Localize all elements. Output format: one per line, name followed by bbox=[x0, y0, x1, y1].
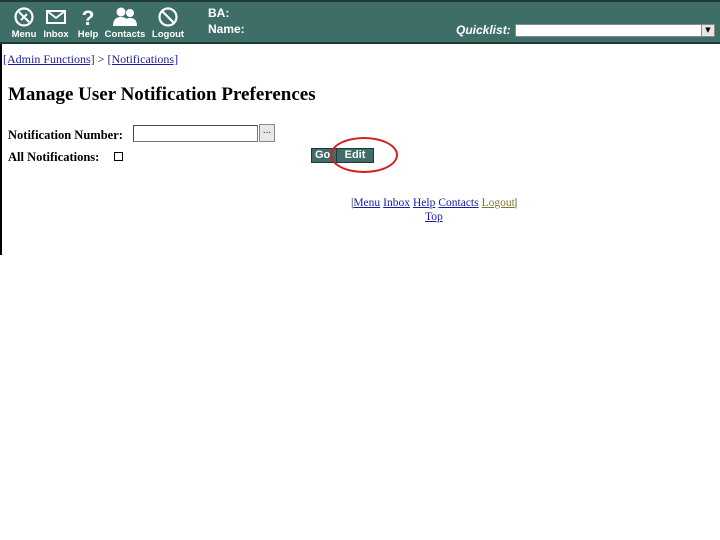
footer-links: |Menu Inbox Help Contacts Logout| bbox=[351, 197, 517, 209]
breadcrumb-separator: > bbox=[97, 52, 105, 66]
no-symbol-icon bbox=[158, 7, 178, 27]
breadcrumb-notifications-link[interactable]: [Notifications] bbox=[107, 52, 178, 66]
lookup-button[interactable]: ... bbox=[259, 124, 275, 142]
svg-text:?: ? bbox=[82, 7, 95, 28]
quicklist-select[interactable]: ▼ bbox=[515, 24, 715, 37]
all-notifications-label: All Notifications: bbox=[8, 150, 100, 164]
nav-logout-label: Logout bbox=[151, 29, 185, 40]
breadcrumb: [Admin Functions] > [Notifications] bbox=[3, 52, 178, 67]
footer-help-link[interactable]: Help bbox=[413, 197, 435, 209]
footer-logout-link[interactable]: Logout bbox=[482, 197, 515, 209]
footer-top-link[interactable]: Top bbox=[425, 211, 443, 223]
name-label: Name: bbox=[208, 22, 245, 36]
dropdown-arrow-icon[interactable]: ▼ bbox=[701, 25, 714, 36]
go-button[interactable]: Go bbox=[311, 148, 339, 163]
people-icon bbox=[113, 7, 137, 26]
footer-bar-right: | bbox=[514, 197, 518, 209]
page-title: Manage User Notification Preferences bbox=[8, 84, 316, 105]
question-icon: ? bbox=[82, 7, 95, 28]
all-notifications-checkbox[interactable] bbox=[114, 152, 123, 161]
footer-menu-link[interactable]: Menu bbox=[353, 197, 380, 209]
app-header: Menu Inbox ? Help Contacts Logout BA: Na… bbox=[0, 0, 720, 44]
nav-logout-button[interactable]: Logout bbox=[146, 5, 190, 43]
nav-contacts-button[interactable]: Contacts bbox=[103, 5, 147, 43]
ba-label: BA: bbox=[208, 6, 230, 20]
edit-button[interactable]: Edit bbox=[336, 148, 374, 163]
notification-number-input[interactable] bbox=[133, 125, 258, 142]
quicklist-label: Quicklist: bbox=[456, 23, 511, 37]
footer-contacts-link[interactable]: Contacts bbox=[438, 197, 478, 209]
footer-inbox-link[interactable]: Inbox bbox=[383, 197, 410, 209]
breadcrumb-admin-functions-link[interactable]: [Admin Functions] bbox=[3, 52, 95, 66]
left-border bbox=[0, 44, 2, 255]
page-frame: Menu Inbox ? Help Contacts Logout BA: Na… bbox=[0, 0, 720, 255]
notification-number-label: Notification Number: bbox=[8, 128, 123, 142]
envelope-icon bbox=[46, 10, 66, 24]
nav-contacts-label: Contacts bbox=[104, 29, 146, 40]
menu-circle-icon bbox=[14, 7, 34, 27]
